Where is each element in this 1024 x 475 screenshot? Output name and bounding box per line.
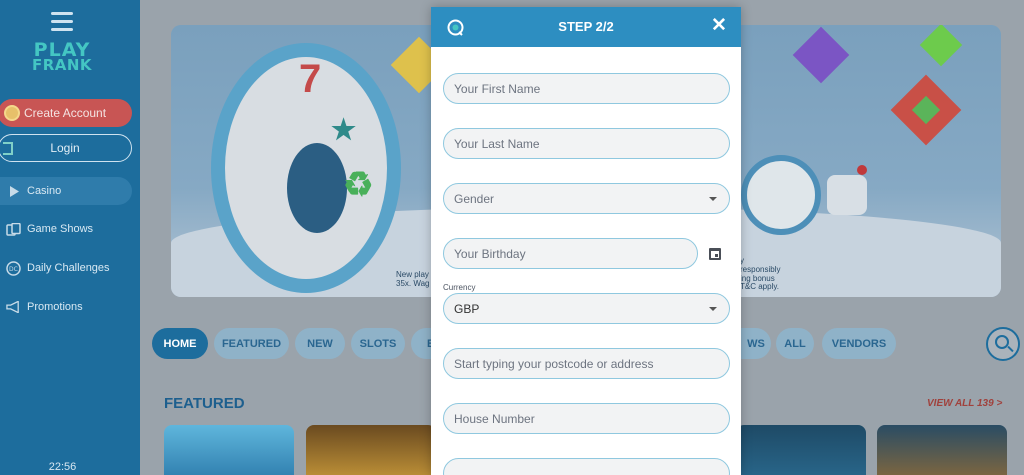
- sidebar-item-daily-challenges[interactable]: DC Daily Challenges: [0, 254, 132, 282]
- chevron-down-icon: [709, 197, 717, 201]
- reel-hole: [287, 143, 347, 233]
- tab-home[interactable]: HOME: [152, 328, 208, 359]
- close-icon[interactable]: ✕: [711, 16, 727, 35]
- first-name-field[interactable]: [443, 73, 730, 104]
- currency-label: Currency: [443, 283, 476, 292]
- view-all-link[interactable]: VIEW ALL 139 >: [927, 398, 1002, 409]
- sidebar-item-label: Daily Challenges: [27, 262, 110, 274]
- clock: 22:56: [48, 461, 77, 473]
- login-label: Login: [50, 141, 80, 155]
- recycle-symbol-icon: ♻: [343, 166, 374, 204]
- sidebar-item-promotions[interactable]: Promotions: [0, 293, 132, 321]
- hero-text-line: 35x. Wag: [396, 278, 430, 288]
- address-field[interactable]: [443, 348, 730, 379]
- currency-value: GBP: [454, 301, 480, 316]
- login-icon: [3, 142, 13, 155]
- tab-ws[interactable]: WS: [741, 328, 771, 359]
- sidebar-item-casino[interactable]: Casino: [0, 177, 132, 205]
- first-name-input[interactable]: [454, 81, 729, 96]
- modal-header: STEP 2/2 ✕: [431, 7, 741, 47]
- calendar-icon[interactable]: [709, 248, 721, 260]
- logo-line-2: FRANK: [31, 56, 93, 75]
- sidebar-item-game-shows[interactable]: Game Shows: [0, 215, 132, 243]
- gender-placeholder: Gender: [454, 191, 495, 206]
- house-number-field[interactable]: [443, 403, 730, 434]
- login-button[interactable]: Login: [0, 134, 132, 162]
- tab-vendors[interactable]: VENDORS: [822, 328, 896, 359]
- address-input[interactable]: [454, 356, 729, 371]
- menu-icon[interactable]: [51, 12, 73, 31]
- lever-illustration: [827, 175, 867, 215]
- star-symbol-icon: ★: [331, 114, 357, 145]
- sidebar: PLAY FRANK Create Account Login Casino G…: [0, 0, 140, 475]
- game-tile[interactable]: [877, 425, 1007, 475]
- search-button[interactable]: [986, 327, 1020, 361]
- seven-symbol-icon: 7: [299, 57, 322, 101]
- sidebar-item-label: Game Shows: [27, 223, 94, 235]
- brand-logo[interactable]: PLAY FRANK: [22, 40, 102, 75]
- last-name-field[interactable]: [443, 128, 730, 159]
- small-reel-illustration: [741, 155, 821, 235]
- birthday-input[interactable]: [454, 246, 697, 261]
- game-tile[interactable]: [164, 425, 294, 475]
- last-name-input[interactable]: [454, 136, 729, 151]
- sidebar-item-label: Promotions: [27, 301, 83, 313]
- hero-text-left: New play 35x. Wag: [396, 270, 430, 289]
- create-account-label: Create Account: [24, 106, 107, 120]
- cards-icon: [6, 222, 21, 236]
- hero-text-line: T&C apply.: [740, 282, 779, 292]
- tab-all[interactable]: ALL: [776, 328, 814, 359]
- tab-slots[interactable]: SLOTS: [351, 328, 405, 359]
- megaphone-icon: [6, 301, 21, 314]
- chevron-down-icon: [709, 307, 717, 311]
- game-tile[interactable]: [306, 425, 436, 475]
- registration-modal: STEP 2/2 ✕ Gender Currency GBP: [431, 7, 741, 475]
- gender-select[interactable]: Gender: [443, 183, 730, 214]
- tab-featured[interactable]: FEATURED: [214, 328, 289, 359]
- play-icon: [6, 185, 21, 198]
- house-number-input[interactable]: [454, 411, 729, 426]
- create-account-button[interactable]: Create Account: [0, 99, 132, 127]
- next-field-partial[interactable]: [443, 458, 730, 475]
- coin-icon: [4, 105, 20, 121]
- tab-new[interactable]: NEW: [295, 328, 345, 359]
- modal-title: STEP 2/2: [558, 19, 614, 34]
- section-title: FEATURED: [164, 395, 245, 412]
- game-tile[interactable]: [736, 425, 866, 475]
- birthday-field[interactable]: [443, 238, 698, 269]
- currency-select[interactable]: GBP: [443, 293, 730, 324]
- hero-text-right: y responsibly ing bonus T&C apply.: [740, 256, 780, 292]
- search-icon-handle: [1007, 345, 1014, 353]
- svg-text:DC: DC: [9, 266, 18, 273]
- lever-knob: [857, 165, 867, 175]
- dc-icon: DC: [6, 260, 21, 276]
- sidebar-item-label: Casino: [27, 185, 62, 197]
